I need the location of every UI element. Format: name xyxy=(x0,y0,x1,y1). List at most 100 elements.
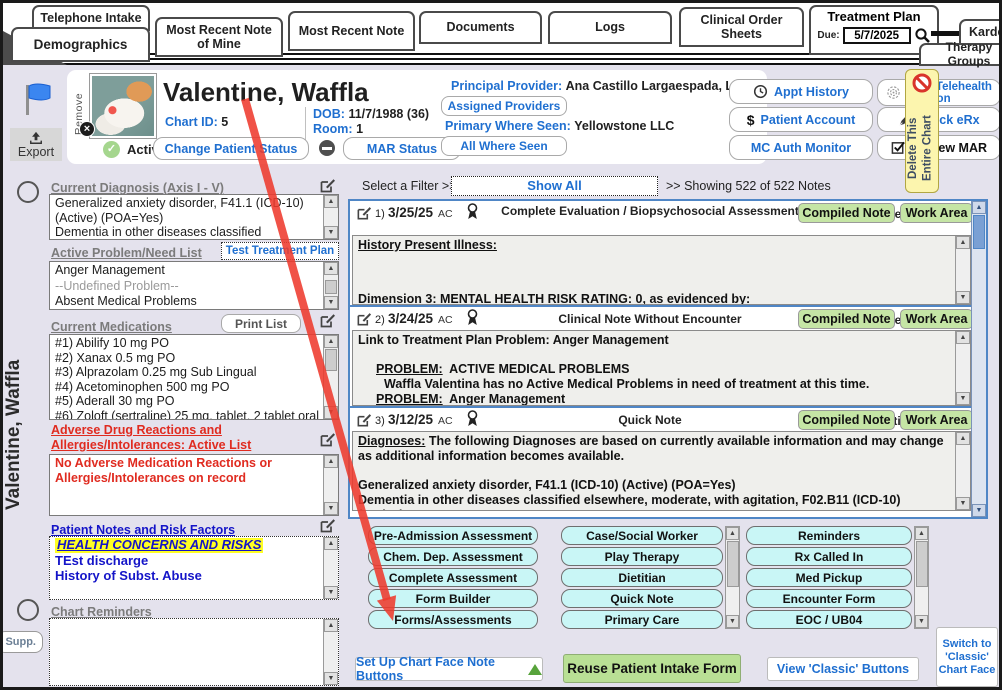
note-body[interactable]: History Present Illness: Dimension 3: ME… xyxy=(352,235,971,305)
compiled-note-button[interactable]: Compiled Note xyxy=(798,203,895,223)
adverse-listbox[interactable]: No Adverse Medication Reactions or Aller… xyxy=(49,454,339,516)
minus-circle-icon[interactable] xyxy=(319,140,335,156)
scroll-up-icon[interactable] xyxy=(956,432,970,445)
quick-button-play-therapy[interactable]: Play Therapy xyxy=(561,547,723,566)
quick-button-case-social-worker[interactable]: Case/Social Worker xyxy=(561,526,723,545)
compiled-note-button[interactable]: Compiled Note xyxy=(798,309,895,329)
delete-entire-chart-button[interactable]: Delete This Entire Chart xyxy=(905,69,939,193)
scroll-down-icon[interactable] xyxy=(726,615,739,628)
tab-clinical-order-sheets[interactable]: Clinical Order Sheets xyxy=(679,7,804,47)
assigned-providers-button[interactable]: Assigned Providers xyxy=(441,96,567,116)
scroll-thumb[interactable] xyxy=(325,280,337,294)
quick-button-complete-assessment[interactable]: Complete Assessment xyxy=(368,568,538,587)
switch-to-classic-chart-face-button[interactable]: Switch to 'Classic' Chart Face xyxy=(936,627,998,687)
problem-item[interactable]: Absent Medical Problems xyxy=(55,294,320,310)
scrollbar[interactable] xyxy=(323,455,338,515)
view-classic-buttons-button[interactable]: View 'Classic' Buttons xyxy=(767,657,919,681)
flag-icon[interactable] xyxy=(23,83,53,117)
scroll-thumb[interactable] xyxy=(325,349,337,371)
tab-therapy-groups[interactable]: Therapy Groups xyxy=(919,43,1002,66)
x-badge-icon[interactable]: × xyxy=(79,121,95,137)
compose-icon[interactable] xyxy=(319,517,336,534)
scroll-down-icon[interactable] xyxy=(324,502,338,515)
reuse-patient-intake-form-button[interactable]: Reuse Patient Intake Form xyxy=(563,654,741,683)
note-row-header[interactable]: 1) 3/25/25 AC Complete Evaluation / Biop… xyxy=(350,201,971,235)
note-row-header[interactable]: 3) 3/12/25 AC Quick Note Ana Castillo Co… xyxy=(350,406,971,431)
scroll-down-icon[interactable] xyxy=(956,291,970,304)
scroll-down-icon[interactable] xyxy=(324,406,338,419)
change-patient-status-button[interactable]: Change Patient Status xyxy=(153,137,309,160)
scroll-down-icon[interactable] xyxy=(324,296,338,309)
work-area-button[interactable]: Work Area xyxy=(900,203,973,223)
tab-most-recent-note[interactable]: Most Recent Note xyxy=(288,11,415,51)
scroll-up-icon[interactable] xyxy=(324,335,338,348)
scroll-up-icon[interactable] xyxy=(324,619,338,632)
scroll-down-icon[interactable] xyxy=(956,392,970,405)
compose-icon[interactable] xyxy=(356,311,372,327)
diagnosis-listbox[interactable]: Generalized anxiety disorder, F41.1 (ICD… xyxy=(49,194,339,240)
show-all-filter-button[interactable]: Show All xyxy=(451,176,658,196)
quick-button-rx-called-in[interactable]: Rx Called In xyxy=(746,547,912,566)
quick-button-dietitian[interactable]: Dietitian xyxy=(561,568,723,587)
patient-photo[interactable] xyxy=(89,73,157,139)
diagnosis-item[interactable]: Generalized anxiety disorder, F41.1 (ICD… xyxy=(55,196,320,225)
scrollbar[interactable] xyxy=(955,432,970,510)
treatment-plan-due-input[interactable] xyxy=(843,27,911,44)
quick-button-reminders[interactable]: Reminders xyxy=(746,526,912,545)
work-area-button[interactable]: Work Area xyxy=(900,309,973,329)
quick-button-chem-dep-assessment[interactable]: Chem. Dep. Assessment xyxy=(368,547,538,566)
scrollbar[interactable] xyxy=(323,537,338,599)
scroll-up-icon[interactable] xyxy=(324,537,338,550)
diagnosis-radio[interactable] xyxy=(17,181,39,203)
problem-item[interactable]: --Undefined Problem-- xyxy=(55,279,320,295)
start-telehealth-button[interactable]: Start Telehealth Session xyxy=(877,79,1001,106)
notes-scrollbar[interactable] xyxy=(971,201,986,517)
print-list-button[interactable]: Print List xyxy=(221,314,301,333)
scroll-thumb[interactable] xyxy=(916,541,928,587)
chart-reminders-listbox[interactable] xyxy=(49,618,339,686)
note-body[interactable]: Diagnoses: The following Diagnoses are b… xyxy=(352,431,971,511)
quick-button-quick-note[interactable]: Quick Note xyxy=(561,589,723,608)
medication-item[interactable]: #5) Aderall 30 mg PO xyxy=(55,394,320,409)
chart-reminders-radio[interactable] xyxy=(17,599,39,621)
quick-button-med-pickup[interactable]: Med Pickup xyxy=(746,568,912,587)
scrollbar[interactable] xyxy=(323,619,338,685)
compose-icon[interactable] xyxy=(356,205,372,221)
compose-icon[interactable] xyxy=(319,177,336,194)
medications-listbox[interactable]: #1) Abilify 10 mg PO #2) Xanax 0.5 mg PO… xyxy=(49,334,339,420)
scrollbar[interactable] xyxy=(955,236,970,304)
medication-item[interactable]: #1) Abilify 10 mg PO xyxy=(55,336,320,351)
medication-item[interactable]: #6) Zoloft (sertraline) 25 mg, tablet, 2… xyxy=(55,409,320,421)
tab-documents[interactable]: Documents xyxy=(419,11,542,44)
export-button[interactable]: Export xyxy=(10,128,62,161)
scroll-up-icon[interactable] xyxy=(726,527,739,540)
quick-buttons-scrollbar[interactable] xyxy=(725,526,740,629)
quick-button-form-builder[interactable]: Form Builder xyxy=(368,589,538,608)
risk-item[interactable]: History of Subst. Abuse xyxy=(55,568,320,584)
scroll-thumb[interactable] xyxy=(727,541,739,587)
test-treatment-plan-button[interactable]: Test Treatment Plan xyxy=(221,242,339,260)
compose-icon[interactable] xyxy=(319,431,336,448)
tab-demographics[interactable]: Demographics xyxy=(11,27,150,62)
compiled-note-button[interactable]: Compiled Note xyxy=(798,410,895,430)
quick-button-encounter-form[interactable]: Encounter Form xyxy=(746,589,912,608)
risk-item[interactable]: TEst discharge xyxy=(55,553,320,569)
risk-factors-listbox[interactable]: HEALTH CONCERNS AND RISKS TEst discharge… xyxy=(49,536,339,600)
quick-button-eoc-ub04[interactable]: EOC / UB04 xyxy=(746,610,912,629)
medication-item[interactable]: #3) Alprazolam 0.25 mg Sub Lingual xyxy=(55,365,320,380)
compose-icon[interactable] xyxy=(356,412,372,428)
scroll-down-icon[interactable] xyxy=(324,586,338,599)
quick-button-pre-admission-assessment[interactable]: Pre-Admission Assessment xyxy=(368,526,538,545)
quick-buttons-scrollbar[interactable] xyxy=(914,526,929,629)
work-area-button[interactable]: Work Area xyxy=(900,410,973,430)
scroll-down-icon[interactable] xyxy=(956,497,970,510)
note-row-header[interactable]: 2) 3/24/25 AC Clinical Note Without Enco… xyxy=(350,305,971,330)
scroll-up-icon[interactable] xyxy=(324,195,338,208)
scroll-thumb[interactable] xyxy=(973,215,985,249)
compose-icon[interactable] xyxy=(319,312,336,329)
scroll-up-icon[interactable] xyxy=(324,455,338,468)
quick-button-primary-care[interactable]: Primary Care xyxy=(561,610,723,629)
scroll-up-icon[interactable] xyxy=(956,236,970,249)
medication-item[interactable]: #2) Xanax 0.5 mg PO xyxy=(55,351,320,366)
mc-auth-monitor-button[interactable]: MC Auth Monitor xyxy=(729,135,873,160)
